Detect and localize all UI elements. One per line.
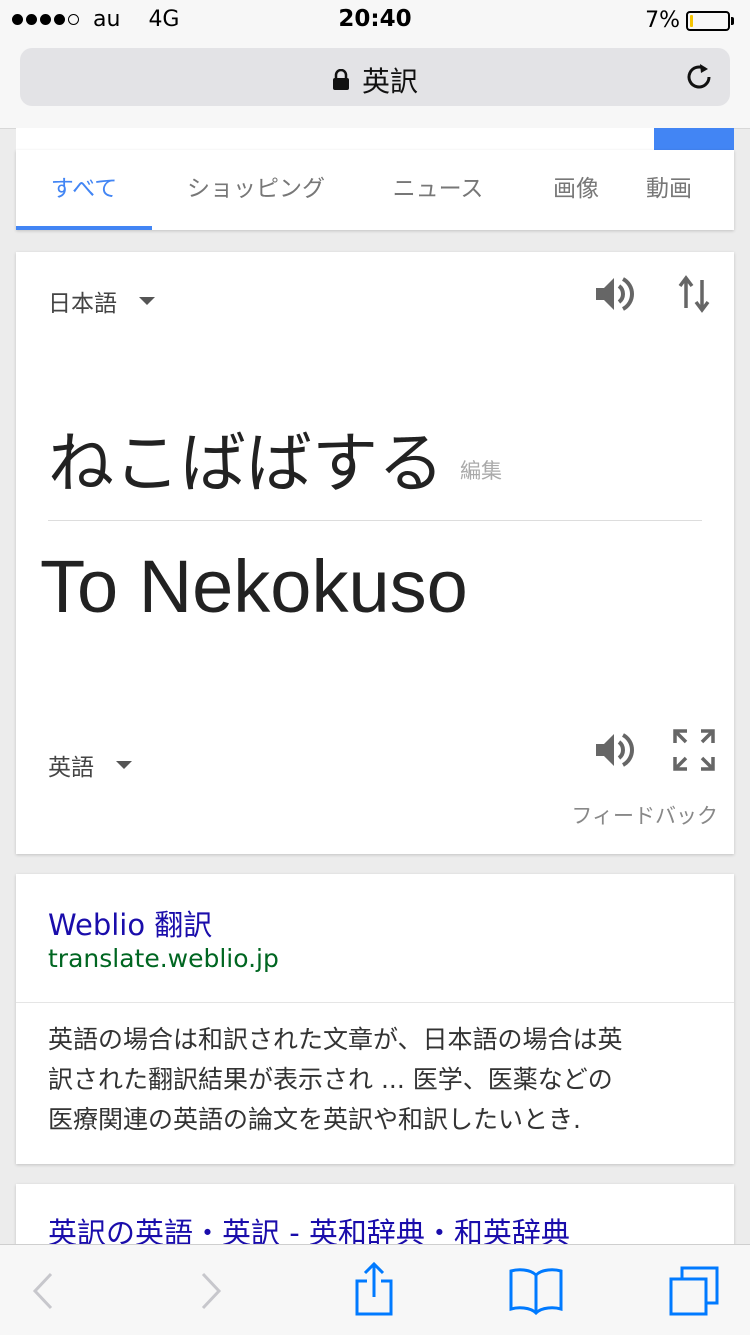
tabs-icon[interactable] — [668, 1265, 720, 1317]
bookmarks-icon[interactable] — [508, 1265, 564, 1315]
result-url: translate.weblio.jp — [48, 944, 279, 973]
search-button[interactable] — [654, 128, 734, 150]
address-bar[interactable]: 英訳 — [20, 48, 730, 106]
dropdown-caret-icon — [116, 761, 132, 769]
fullscreen-icon[interactable] — [672, 728, 716, 772]
back-icon[interactable] — [30, 1271, 56, 1311]
browser-toolbar — [0, 1244, 750, 1335]
translate-card: 日本語 ねこばばする 編集 To Nekokuso 英語 フィードバック — [16, 252, 734, 854]
battery-icon — [686, 10, 730, 31]
edit-link[interactable]: 編集 — [460, 459, 502, 483]
page-url: 英訳 — [361, 65, 418, 98]
tab-news[interactable]: ニュース — [370, 150, 506, 230]
source-language-select[interactable]: 日本語 — [48, 284, 155, 318]
battery-level-fill — [690, 14, 693, 27]
battery-percent: 7% — [645, 8, 680, 33]
divider — [16, 1002, 734, 1003]
status-bar: au 4G 20:40 7% — [0, 0, 750, 40]
tab-images[interactable]: 画像 — [526, 150, 626, 230]
divider — [48, 520, 702, 521]
search-box-edge[interactable] — [16, 128, 734, 151]
search-result: Weblio 翻訳 translate.weblio.jp 英語の場合は和訳され… — [16, 874, 734, 1164]
search-tabs: すべて ショッピング ニュース 画像 動画 — [16, 150, 734, 230]
forward-icon[interactable] — [198, 1271, 224, 1311]
swap-languages-icon[interactable] — [676, 272, 712, 316]
reload-icon[interactable] — [682, 60, 716, 94]
speaker-icon[interactable] — [592, 272, 636, 316]
browser-chrome: 英訳 — [0, 40, 750, 129]
target-language-label: 英語 — [48, 755, 94, 781]
share-icon[interactable] — [352, 1261, 396, 1317]
speaker-icon[interactable] — [592, 728, 636, 772]
tab-shopping[interactable]: ショッピング — [164, 150, 348, 230]
result-snippet: 英語の場合は和訳された文章が、日本語の場合は英 訳された翻訳結果が表示され ..… — [48, 1025, 623, 1134]
source-language-label: 日本語 — [48, 291, 117, 317]
tab-videos[interactable]: 動画 — [646, 150, 734, 230]
dropdown-caret-icon — [139, 297, 155, 305]
lock-icon — [332, 69, 349, 90]
result-title-link[interactable]: Weblio 翻訳 — [48, 902, 212, 944]
translated-text: To Nekokuso — [40, 545, 468, 628]
target-language-select[interactable]: 英語 — [48, 748, 132, 782]
tab-all[interactable]: すべて — [16, 150, 152, 230]
feedback-link[interactable]: フィードバック — [571, 800, 718, 830]
source-text: ねこばばする 編集 — [48, 425, 502, 502]
clock: 20:40 — [338, 6, 412, 32]
